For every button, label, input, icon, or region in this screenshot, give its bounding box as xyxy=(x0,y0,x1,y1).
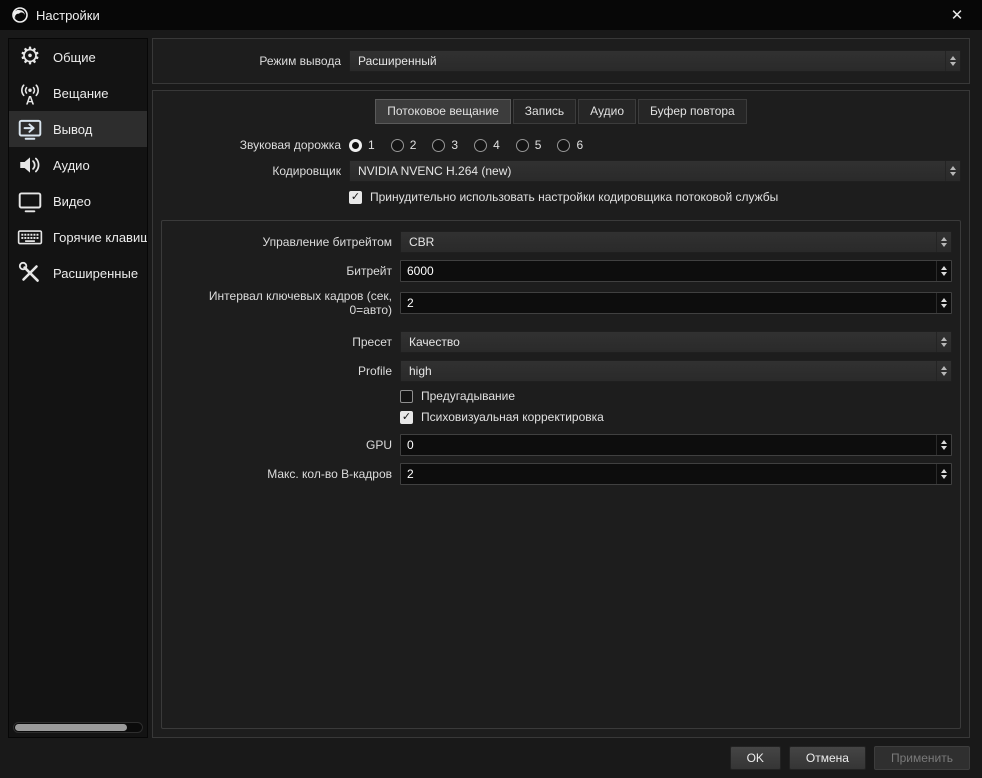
bitrate-spinner[interactable]: 6000 xyxy=(400,260,952,282)
sidebar-item-hotkeys[interactable]: Горячие клавиши xyxy=(9,219,147,255)
psycho-visual-label: Психовизуальная корректировка xyxy=(421,410,604,424)
lookahead-label: Предугадывание xyxy=(421,389,516,403)
keyframe-interval-row: Интервал ключевых кадров (сек, 0=авто) 2 xyxy=(170,289,952,317)
apply-button[interactable]: Применить xyxy=(873,746,970,770)
tab-audio[interactable]: Аудио xyxy=(578,99,637,124)
profile-select[interactable]: high xyxy=(400,360,952,382)
svg-text:А: А xyxy=(26,93,35,106)
rate-control-row: Управление битрейтом CBR xyxy=(170,231,952,253)
max-bframes-label: Макс. кол-во B-кадров xyxy=(267,467,392,481)
tab-recording[interactable]: Запись xyxy=(512,99,577,124)
audio-track-radios: 1 2 3 4 5 6 xyxy=(349,138,583,152)
speaker-icon xyxy=(15,151,45,179)
lookahead-checkbox-row: Предугадывание xyxy=(400,389,952,403)
output-tabs: Потоковое вещание Запись Аудио Буфер пов… xyxy=(153,99,969,124)
output-settings-panel: Потоковое вещание Запись Аудио Буфер пов… xyxy=(152,90,970,738)
combo-arrows-icon xyxy=(936,361,951,381)
preset-label: Пресет xyxy=(352,335,392,349)
rate-control-label: Управление битрейтом xyxy=(262,235,392,249)
audio-track-3-radio[interactable]: 3 xyxy=(432,138,458,152)
gpu-label: GPU xyxy=(365,438,392,452)
output-mode-select[interactable]: Расширенный xyxy=(349,50,961,72)
psycho-visual-checkbox[interactable]: ✓ xyxy=(400,410,413,424)
output-icon xyxy=(15,115,45,143)
combo-arrows-icon xyxy=(945,161,960,181)
encoder-row: Кодировщик NVIDIA NVENC H.264 (new) xyxy=(153,160,969,182)
ok-button[interactable]: OK xyxy=(729,746,781,770)
dialog-footer: OK Отмена Применить xyxy=(0,738,982,778)
audio-track-5-radio[interactable]: 5 xyxy=(515,138,541,152)
gpu-spinner[interactable]: 0 xyxy=(400,434,952,456)
profile-row: Profile high xyxy=(170,360,952,382)
spinner-arrows-icon[interactable] xyxy=(936,261,951,281)
obs-logo-icon xyxy=(12,7,28,23)
audio-track-4-radio[interactable]: 4 xyxy=(474,138,500,152)
profile-label: Profile xyxy=(357,364,392,378)
tab-streaming[interactable]: Потоковое вещание xyxy=(375,99,511,124)
max-bframes-row: Макс. кол-во B-кадров 2 xyxy=(170,463,952,485)
spinner-arrows-icon[interactable] xyxy=(936,464,951,484)
audio-track-row: Звуковая дорожка 1 2 3 4 5 6 xyxy=(153,138,969,152)
output-mode-row: Режим вывода Расширенный xyxy=(153,50,969,72)
combo-arrows-icon xyxy=(936,332,951,352)
check-icon: ✓ xyxy=(401,410,412,423)
gpu-row: GPU 0 xyxy=(170,434,952,456)
settings-window: Настройки ✕ ⚙ Общие А Вещание Вывод Ауди… xyxy=(0,0,982,778)
gear-icon: ⚙ xyxy=(19,43,41,70)
enforce-settings-checkbox[interactable]: ✓ xyxy=(349,190,362,204)
sidebar-item-stream[interactable]: А Вещание xyxy=(9,75,147,111)
window-title: Настройки xyxy=(36,7,100,23)
rate-control-select[interactable]: CBR xyxy=(400,231,952,253)
tools-icon xyxy=(15,259,45,287)
cancel-button[interactable]: Отмена xyxy=(788,746,866,770)
sidebar-item-advanced[interactable]: Расширенные xyxy=(9,255,147,291)
audio-track-2-radio[interactable]: 2 xyxy=(390,138,416,152)
encoder-select[interactable]: NVIDIA NVENC H.264 (new) xyxy=(349,160,961,182)
sidebar-horizontal-scrollbar[interactable] xyxy=(13,722,143,733)
bitrate-label: Битрейт xyxy=(346,264,392,278)
psycho-visual-checkbox-row: ✓ Психовизуальная корректировка xyxy=(400,410,952,424)
audio-track-6-radio[interactable]: 6 xyxy=(557,138,583,152)
keyframe-interval-label: Интервал ключевых кадров (сек, 0=авто) xyxy=(208,289,392,317)
spinner-arrows-icon[interactable] xyxy=(936,435,951,455)
lookahead-checkbox[interactable] xyxy=(400,389,413,403)
sidebar-item-video[interactable]: Видео xyxy=(9,183,147,219)
sidebar-item-general[interactable]: ⚙ Общие xyxy=(9,39,147,75)
enforce-settings-checkbox-row: ✓ Принудительно использовать настройки к… xyxy=(349,190,969,204)
combo-arrows-icon xyxy=(936,232,951,252)
encoder-label: Кодировщик xyxy=(272,164,341,178)
spinner-arrows-icon[interactable] xyxy=(936,293,951,313)
scrollbar-thumb[interactable] xyxy=(15,724,127,731)
sidebar-item-output[interactable]: Вывод xyxy=(9,111,147,147)
check-icon: ✓ xyxy=(350,190,361,203)
title-bar: Настройки ✕ xyxy=(0,0,982,30)
window-body: ⚙ Общие А Вещание Вывод Аудио Видео Горя… xyxy=(0,30,982,738)
combo-arrows-icon xyxy=(945,51,960,71)
tab-replay-buffer[interactable]: Буфер повтора xyxy=(638,99,747,124)
preset-select[interactable]: Качество xyxy=(400,331,952,353)
close-button[interactable]: ✕ xyxy=(944,6,970,24)
max-bframes-spinner[interactable]: 2 xyxy=(400,463,952,485)
preset-row: Пресет Качество xyxy=(170,331,952,353)
settings-main: Режим вывода Расширенный Потоковое вещан… xyxy=(152,38,970,738)
keyframe-interval-spinner[interactable]: 2 xyxy=(400,292,952,314)
bitrate-row: Битрейт 6000 xyxy=(170,260,952,282)
settings-nav: ⚙ Общие А Вещание Вывод Аудио Видео Горя… xyxy=(8,38,148,738)
enforce-settings-label: Принудительно использовать настройки код… xyxy=(370,190,779,204)
encoder-settings-group: Управление битрейтом CBR Битрейт 6000 Ин… xyxy=(161,220,961,729)
audio-track-label: Звуковая дорожка xyxy=(239,138,341,152)
audio-track-1-radio[interactable]: 1 xyxy=(349,138,375,152)
broadcast-icon: А xyxy=(15,79,45,107)
keyboard-icon xyxy=(15,223,45,251)
monitor-icon xyxy=(15,187,45,215)
output-mode-panel: Режим вывода Расширенный xyxy=(152,38,970,84)
output-mode-label: Режим вывода xyxy=(259,54,341,68)
sidebar-item-audio[interactable]: Аудио xyxy=(9,147,147,183)
